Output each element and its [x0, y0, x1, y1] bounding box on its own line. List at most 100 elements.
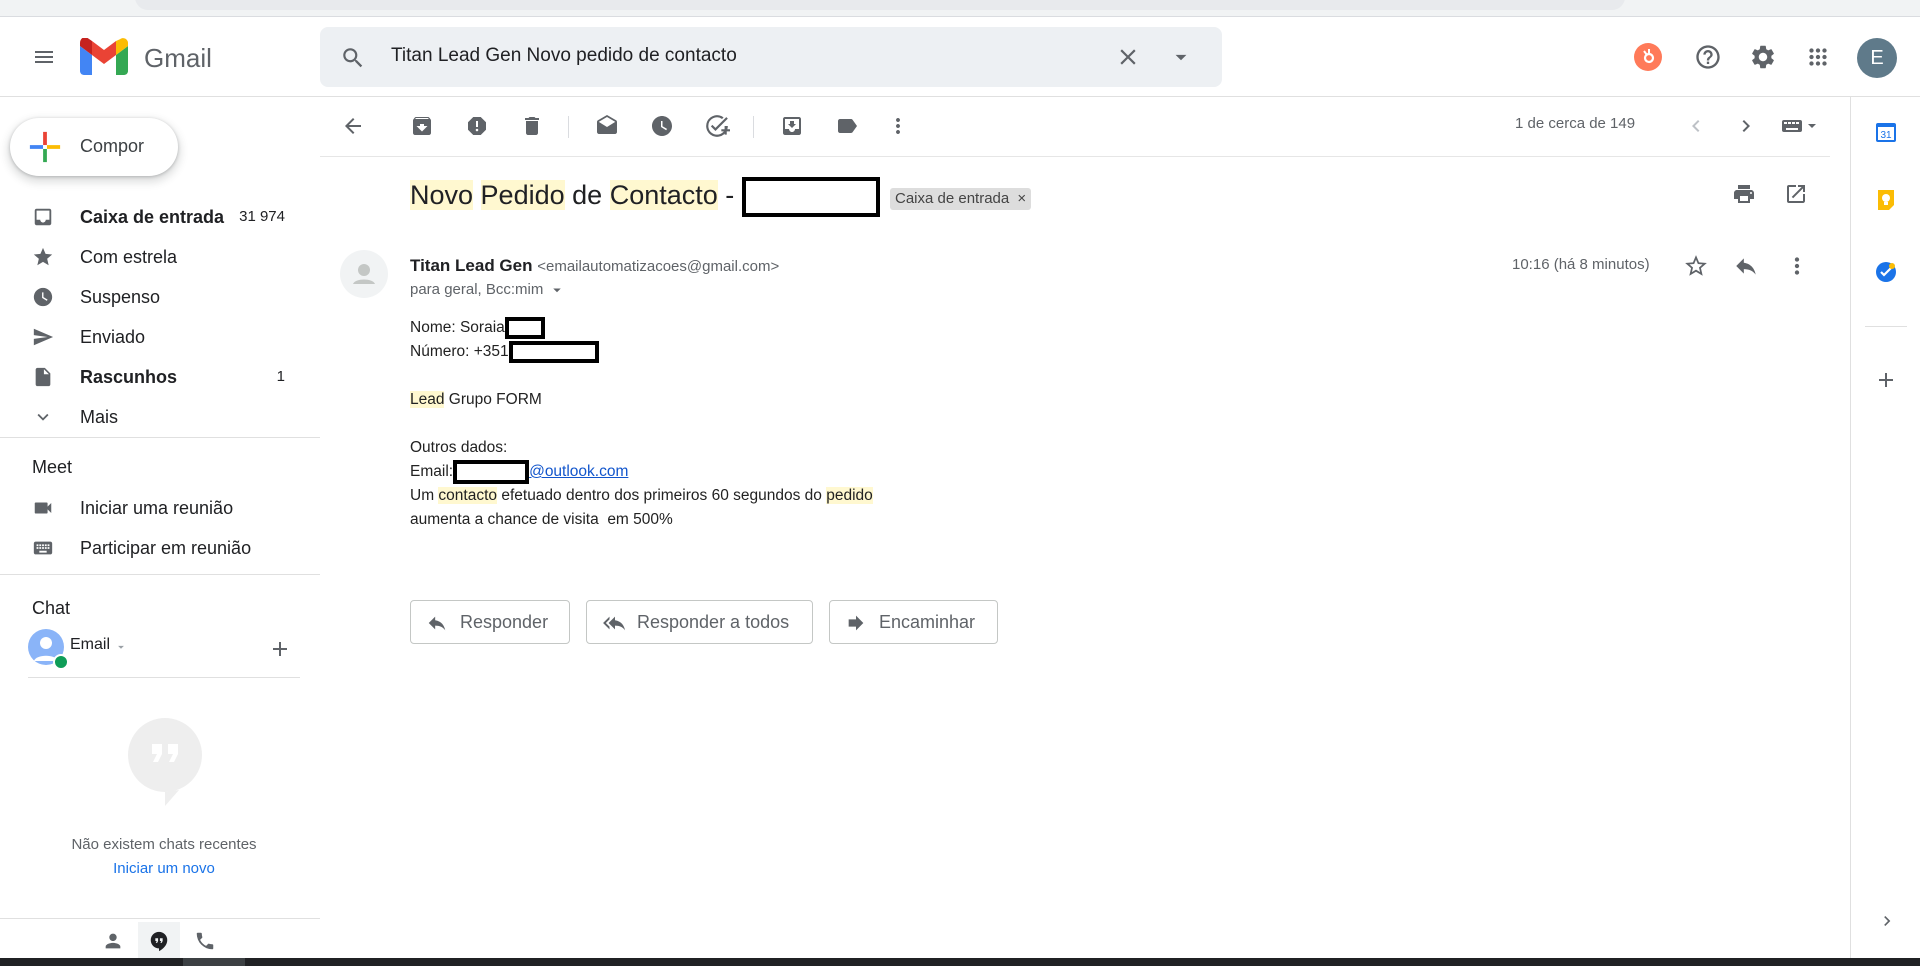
- move-to-icon[interactable]: [772, 106, 812, 146]
- reply-all-button[interactable]: Responder a todos: [586, 600, 813, 644]
- sender-avatar[interactable]: [340, 250, 388, 298]
- account-avatar[interactable]: E: [1857, 38, 1897, 78]
- reply-button[interactable]: Responder: [410, 600, 570, 644]
- snooze-clock-icon[interactable]: [642, 106, 682, 146]
- report-spam-icon[interactable]: [457, 106, 497, 146]
- nav-drafts[interactable]: Rascunhos 1: [0, 357, 300, 397]
- pagination-text: 1 de cerca de 149: [1515, 115, 1636, 132]
- body-email-label: Email:: [410, 463, 454, 481]
- label-tag-icon[interactable]: [827, 106, 867, 146]
- side-panel-divider: [1865, 326, 1907, 327]
- meet-start-meeting[interactable]: Iniciar uma reunião: [0, 488, 300, 528]
- redacted-box: [741, 177, 880, 217]
- reply-button-label: Responder: [460, 612, 549, 632]
- archive-icon[interactable]: [402, 106, 442, 146]
- chat-user-avatar[interactable]: [28, 629, 69, 670]
- nav-sent-label: Enviado: [80, 327, 146, 347]
- sidebar-divider: [0, 437, 320, 438]
- reply-all-button-label: Responder a todos: [637, 612, 790, 632]
- settings-gear-icon[interactable]: [1743, 37, 1783, 77]
- browser-tab-strip: [0, 0, 1920, 17]
- subject-word: Pedido: [480, 180, 565, 211]
- nav-inbox[interactable]: Caixa de entrada 31 974: [0, 197, 300, 237]
- reply-arrow-icon[interactable]: [1733, 253, 1759, 279]
- body-line-chance: aumenta a chance de visita em 500%: [410, 508, 873, 532]
- chat-user-name[interactable]: Email: [70, 636, 110, 654]
- body-line-number: Número: +351: [410, 340, 873, 364]
- sender-name[interactable]: Titan Lead Gen: [410, 256, 533, 275]
- video-camera-icon: [34, 502, 52, 514]
- nav-drafts-count: 1: [276, 368, 285, 385]
- toolbar-separator: [568, 116, 569, 138]
- subject-word: Novo: [410, 180, 474, 211]
- hubspot-icon[interactable]: [1628, 37, 1668, 77]
- search-input[interactable]: Titan Lead Gen Novo pedido de contacto: [391, 45, 737, 67]
- contacts-person-icon[interactable]: [102, 930, 124, 952]
- start-new-chat-link[interactable]: Iniciar um novo: [0, 860, 328, 877]
- expand-side-panel-chevron-icon[interactable]: [1877, 911, 1897, 931]
- delete-trash-icon[interactable]: [512, 106, 552, 146]
- os-taskbar: [0, 958, 1920, 966]
- previous-chevron-icon[interactable]: [1676, 106, 1716, 146]
- gmail-wordmark: Gmail: [144, 43, 212, 73]
- new-chat-plus-icon[interactable]: [268, 637, 292, 661]
- input-tools-keyboard-icon[interactable]: [1770, 106, 1830, 146]
- tasks-check-icon[interactable]: [1875, 261, 1897, 283]
- body-numero-text: Número: +351: [410, 343, 509, 360]
- phone-icon[interactable]: [194, 930, 216, 952]
- star-outline-icon[interactable]: [1683, 253, 1709, 279]
- message-more-options-icon[interactable]: [1784, 253, 1810, 279]
- meet-section-title: Meet: [32, 457, 73, 477]
- forward-button[interactable]: Encaminhar: [829, 600, 998, 644]
- reply-all-icon: [603, 616, 626, 631]
- clear-search-icon[interactable]: [1115, 44, 1141, 70]
- recipients-line[interactable]: para geral, Bcc:mim: [410, 281, 566, 299]
- calendar-icon[interactable]: 31: [1875, 121, 1897, 143]
- sidebar-bottom-divider: [0, 918, 320, 919]
- gmail-logo[interactable]: Gmail: [80, 37, 230, 77]
- sidebar-divider: [0, 574, 320, 575]
- recipients-dropdown-icon[interactable]: [548, 281, 566, 299]
- print-icon[interactable]: [1732, 182, 1756, 206]
- search-options-icon[interactable]: [1168, 44, 1194, 70]
- hangouts-tab[interactable]: [138, 922, 180, 960]
- body-line-name: Nome: Soraia: [410, 316, 873, 340]
- get-addons-plus-icon[interactable]: [1874, 368, 1898, 392]
- search-bar[interactable]: Titan Lead Gen Novo pedido de contacto: [320, 27, 1222, 87]
- meet-join-label: Participar em reunião: [80, 538, 252, 558]
- main-menu-icon[interactable]: [24, 37, 64, 77]
- nav-snoozed[interactable]: Suspenso: [0, 277, 300, 317]
- search-icon[interactable]: [340, 45, 366, 71]
- nav-starred[interactable]: Com estrela: [0, 237, 300, 277]
- remove-label-close-icon[interactable]: ×: [1017, 190, 1026, 207]
- body-line-email: Email: @outlook.com: [410, 460, 873, 484]
- nav-sent[interactable]: Enviado: [0, 317, 300, 357]
- body-blank-line: [410, 364, 873, 388]
- compose-label: Compor: [80, 136, 145, 156]
- back-arrow-icon[interactable]: [333, 106, 373, 146]
- apps-grid-icon[interactable]: [1798, 37, 1838, 77]
- nav-more[interactable]: Mais: [0, 397, 300, 437]
- send-icon: [33, 328, 54, 346]
- online-status-dot: [53, 654, 69, 670]
- body-email-link[interactable]: @outlook.com: [529, 463, 628, 480]
- nav-snoozed-label: Suspenso: [80, 287, 161, 307]
- nav-starred-label: Com estrela: [80, 247, 178, 267]
- gmail-logo-icon: [80, 38, 128, 75]
- more-options-vertical-icon[interactable]: [878, 106, 918, 146]
- browser-address-bar[interactable]: [135, 0, 1625, 10]
- gmail-header: Gmail Titan Lead Gen Novo pedido de cont…: [0, 17, 1920, 97]
- mark-unread-icon[interactable]: [587, 106, 627, 146]
- open-in-new-window-icon[interactable]: [1784, 182, 1808, 206]
- meet-join-meeting[interactable]: Participar em reunião: [0, 528, 300, 568]
- body-text: Um: [410, 487, 439, 504]
- taskbar-active-app[interactable]: [183, 958, 245, 966]
- nav-inbox-label: Caixa de entrada: [80, 207, 225, 227]
- keep-bulb-icon[interactable]: [1875, 189, 1897, 211]
- compose-button[interactable]: Compor: [10, 118, 178, 176]
- next-chevron-icon[interactable]: [1726, 106, 1766, 146]
- help-icon[interactable]: [1688, 37, 1728, 77]
- chat-status-dropdown-icon[interactable]: [114, 640, 128, 654]
- email-body: Nome: Soraia Número: +351 Lead Grupo FOR…: [410, 316, 873, 532]
- add-to-tasks-icon[interactable]: [697, 106, 737, 146]
